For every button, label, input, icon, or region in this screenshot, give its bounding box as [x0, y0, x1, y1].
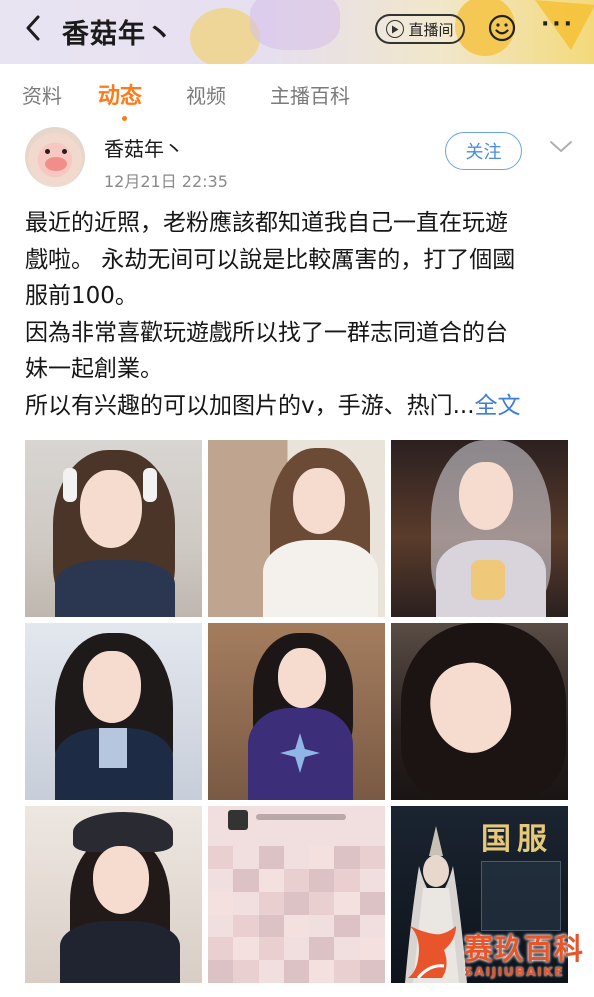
tab-streamer-wiki[interactable]: 主播百科: [270, 80, 350, 109]
tab-profile[interactable]: 资料: [22, 80, 62, 109]
top-header: 香菇年丶 直播间 ···: [0, 0, 594, 64]
avatar-detail: [62, 149, 67, 154]
post-photo[interactable]: [25, 623, 202, 800]
watermark-brand: 赛玖百科: [464, 932, 585, 966]
game-image-title: 国服: [481, 822, 553, 857]
post-photo[interactable]: [391, 623, 568, 800]
avatar-detail: [45, 157, 67, 171]
thumbnail-detail: [228, 810, 248, 830]
post-line: 妹一起創業。: [25, 356, 163, 382]
smile-icon[interactable]: [486, 12, 518, 44]
post-photo[interactable]: [208, 440, 385, 617]
mosaic-blur: [208, 846, 385, 983]
chevron-down-icon[interactable]: [548, 138, 574, 156]
post-photo[interactable]: [391, 440, 568, 617]
headphone-detail: [143, 468, 157, 502]
post-photo-blurred[interactable]: [208, 806, 385, 983]
profile-tabs: 资料 动态 视频 主播百科: [0, 64, 594, 121]
post-photo[interactable]: [208, 623, 385, 800]
header-decoration: [250, 0, 340, 50]
post-line: 最近的近照，老粉應該都知道我自己一直在玩遊: [25, 210, 508, 236]
page-title: 香菇年丶: [62, 19, 174, 50]
post-line: 因為非常喜歡玩遊戲所以找了一群志同道合的台: [25, 319, 508, 346]
post-photo[interactable]: [25, 440, 202, 617]
post-line: 所以有兴趣的可以加图片的v，手游、热门...: [25, 392, 475, 419]
brand-logo-icon: [408, 926, 456, 979]
lantern-detail: [471, 560, 505, 600]
full-text-link[interactable]: 全文: [475, 393, 521, 419]
post-line: 戲啦。 永劫无间可以說是比較厲害的，打了個國: [25, 246, 516, 273]
post-body: 最近的近照，老粉應該都知道我自己一直在玩遊 戲啦。 永劫无间可以說是比較厲害的，…: [25, 205, 580, 424]
avatar[interactable]: [25, 127, 85, 187]
watermark-subtitle: SAIJIUBAIKE: [464, 964, 565, 979]
chevron-left-icon: [26, 15, 40, 41]
more-dots-icon[interactable]: ···: [538, 14, 578, 40]
post-line: 服前100。: [25, 283, 138, 309]
avatar-detail: [45, 149, 50, 154]
post-timestamp: 12月21日 22:35: [104, 172, 228, 191]
play-icon: [386, 20, 405, 38]
back-button[interactable]: [18, 10, 48, 46]
watermark: 赛玖百科 SAIJIUBAIKE: [404, 920, 584, 986]
follow-button[interactable]: 关注: [445, 132, 522, 170]
live-room-button[interactable]: 直播间: [375, 14, 465, 44]
post-photo[interactable]: [25, 806, 202, 983]
collar-detail: [99, 728, 127, 768]
blurred-text-detail: [256, 814, 346, 820]
tab-feed[interactable]: 动态: [98, 78, 142, 110]
tab-videos[interactable]: 视频: [186, 80, 226, 109]
headphone-detail: [63, 468, 77, 502]
post-line-last: 所以有兴趣的可以加图片的v，手游、热门...全文: [25, 388, 580, 425]
active-tab-indicator: [122, 116, 127, 121]
live-room-label: 直播间: [408, 20, 454, 39]
author-name[interactable]: 香菇年丶: [104, 133, 184, 162]
